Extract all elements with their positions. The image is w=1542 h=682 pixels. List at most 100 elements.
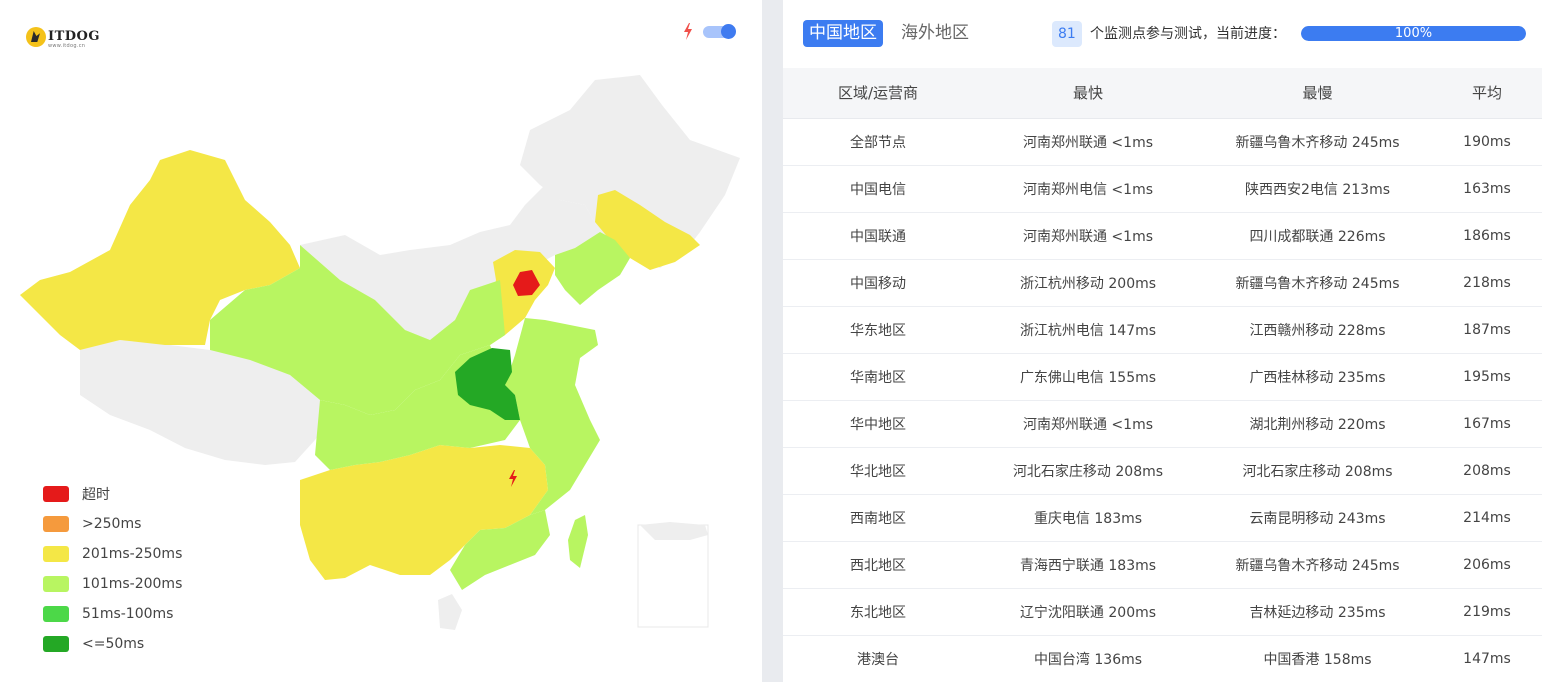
region-cell: 中国联通 [783, 212, 973, 260]
average-cell: 214ms [1432, 494, 1542, 542]
average-cell: 218ms [1432, 259, 1542, 307]
legend-item[interactable]: <=50ms [43, 629, 182, 659]
map-region-south-sea[interactable] [438, 594, 462, 630]
region-cell: 华南地区 [783, 353, 973, 401]
average-cell: 219ms [1432, 588, 1542, 636]
table-row[interactable]: 华南地区 广东佛山电信 155ms 广西桂林移动 235ms 195ms [783, 353, 1542, 401]
table-row[interactable]: 中国移动 浙江杭州移动 200ms 新疆乌鲁木齐移动 245ms 218ms [783, 259, 1542, 307]
fastest-cell: 辽宁沈阳联通 200ms [973, 588, 1203, 636]
table-body: 全部节点 河南郑州联通 <1ms 新疆乌鲁木齐移动 245ms 190ms 中国电信 河南… [783, 118, 1542, 682]
progress-label: 100% [1394, 26, 1433, 41]
bolt-icon[interactable] [683, 23, 693, 40]
legend-item[interactable]: 201ms-250ms [43, 539, 182, 569]
results-table: 区域/运营商 最快 最慢 平均 全部节点 河南郑州联通 <1ms 新疆乌鲁木齐移动 … [783, 68, 1542, 682]
table-row[interactable]: 全部节点 河南郑州联通 <1ms 新疆乌鲁木齐移动 245ms 190ms [783, 118, 1542, 166]
header-region[interactable]: 区域/运营商 [783, 68, 973, 119]
legend-item[interactable]: 101ms-200ms [43, 569, 182, 599]
fastest-cell: 中国台湾 136ms [973, 635, 1203, 682]
header-average[interactable]: 平均 [1432, 68, 1542, 119]
node-count-badge: 81 [1052, 21, 1082, 47]
table-row[interactable]: 港澳台 中国台湾 136ms 中国香港 158ms 147ms [783, 635, 1542, 682]
table-row[interactable]: 中国电信 河南郑州电信 <1ms 陕西西安2电信 213ms 163ms [783, 165, 1542, 213]
legend-label: 51ms-100ms [82, 606, 174, 622]
slowest-cell: 陕西西安2电信 213ms [1203, 165, 1432, 213]
average-cell: 187ms [1432, 306, 1542, 354]
tab-bar: 中国地区 海外地区 81 个监测点参与测试，当前进度： 100% [783, 0, 1542, 68]
table-row[interactable]: 西北地区 青海西宁联通 183ms 新疆乌鲁木齐移动 245ms 206ms [783, 541, 1542, 589]
legend-item[interactable]: >250ms [43, 509, 182, 539]
region-cell: 西北地区 [783, 541, 973, 589]
fastest-cell: 河南郑州联通 <1ms [973, 118, 1203, 166]
map-panel: ITDOG www.itdog.cn 超时 >250ms 201ms-250ms… [0, 0, 762, 682]
average-cell: 147ms [1432, 635, 1542, 682]
average-cell: 208ms [1432, 447, 1542, 495]
slowest-cell: 湖北荆州移动 220ms [1203, 400, 1432, 448]
south-sea-inset [637, 524, 709, 628]
fastest-cell: 河南郑州电信 <1ms [973, 165, 1203, 213]
region-cell: 全部节点 [783, 118, 973, 166]
header-fastest[interactable]: 最快 [973, 68, 1203, 119]
fastest-cell: 河南郑州联通 <1ms [973, 212, 1203, 260]
legend: 超时 >250ms 201ms-250ms 101ms-200ms 51ms-100ms… [43, 479, 182, 659]
legend-label: >250ms [82, 516, 142, 532]
legend-swatch [43, 636, 69, 652]
region-cell: 中国移动 [783, 259, 973, 307]
fastest-cell: 青海西宁联通 183ms [973, 541, 1203, 589]
table-row[interactable]: 华东地区 浙江杭州电信 147ms 江西赣州移动 228ms 187ms [783, 306, 1542, 354]
region-cell: 中国电信 [783, 165, 973, 213]
average-cell: 195ms [1432, 353, 1542, 401]
legend-label: <=50ms [82, 636, 145, 652]
tab-overseas[interactable]: 海外地区 [901, 20, 969, 47]
region-cell: 华北地区 [783, 447, 973, 495]
table-row[interactable]: 华中地区 河南郑州联通 <1ms 湖北荆州移动 220ms 167ms [783, 400, 1542, 448]
slowest-cell: 中国香港 158ms [1203, 635, 1432, 682]
average-cell: 186ms [1432, 212, 1542, 260]
region-cell: 华中地区 [783, 400, 973, 448]
slowest-cell: 广西桂林移动 235ms [1203, 353, 1432, 401]
legend-item[interactable]: 超时 [43, 479, 182, 509]
fastest-cell: 广东佛山电信 155ms [973, 353, 1203, 401]
progress-text: 个监测点参与测试，当前进度： [1090, 26, 1286, 42]
legend-swatch [43, 576, 69, 592]
region-cell: 华东地区 [783, 306, 973, 354]
toggle-switch[interactable] [703, 24, 736, 39]
slowest-cell: 新疆乌鲁木齐移动 245ms [1203, 118, 1432, 166]
brand-name: ITDOG [48, 29, 100, 44]
fastest-cell: 浙江杭州移动 200ms [973, 259, 1203, 307]
legend-swatch [43, 546, 69, 562]
toggle-knob [721, 24, 736, 39]
table-row[interactable]: 中国联通 河南郑州联通 <1ms 四川成都联通 226ms 186ms [783, 212, 1542, 260]
region-cell: 东北地区 [783, 588, 973, 636]
legend-item[interactable]: 51ms-100ms [43, 599, 182, 629]
header-slowest[interactable]: 最慢 [1203, 68, 1432, 119]
fastest-cell: 河南郑州联通 <1ms [973, 400, 1203, 448]
table-header-row: 区域/运营商 最快 最慢 平均 [783, 68, 1542, 119]
map-region-taiwan[interactable] [568, 515, 588, 568]
average-cell: 167ms [1432, 400, 1542, 448]
table-row[interactable]: 东北地区 辽宁沈阳联通 200ms 吉林延边移动 235ms 219ms [783, 588, 1542, 636]
legend-swatch [43, 606, 69, 622]
tab-china[interactable]: 中国地区 [803, 20, 883, 47]
fastest-cell: 河北石家庄移动 208ms [973, 447, 1203, 495]
legend-label: 101ms-200ms [82, 576, 183, 592]
slowest-cell: 江西赣州移动 228ms [1203, 306, 1432, 354]
slowest-cell: 新疆乌鲁木齐移动 245ms [1203, 259, 1432, 307]
dog-logo-icon [26, 27, 46, 47]
result-panel: 中国地区 海外地区 81 个监测点参与测试，当前进度： 100% 区域/运营商 … [783, 0, 1542, 682]
itdog-logo: ITDOG www.itdog.cn [26, 27, 100, 49]
fastest-cell: 重庆电信 183ms [973, 494, 1203, 542]
average-cell: 163ms [1432, 165, 1542, 213]
legend-swatch [43, 486, 69, 502]
slowest-cell: 云南昆明移动 243ms [1203, 494, 1432, 542]
average-cell: 206ms [1432, 541, 1542, 589]
slowest-cell: 河北石家庄移动 208ms [1203, 447, 1432, 495]
legend-swatch [43, 516, 69, 532]
progress-bar: 100% [1301, 26, 1526, 41]
table-row[interactable]: 华北地区 河北石家庄移动 208ms 河北石家庄移动 208ms 208ms [783, 447, 1542, 495]
slowest-cell: 吉林延边移动 235ms [1203, 588, 1432, 636]
brand-url: www.itdog.cn [48, 43, 86, 49]
table-row[interactable]: 西南地区 重庆电信 183ms 云南昆明移动 243ms 214ms [783, 494, 1542, 542]
region-cell: 西南地区 [783, 494, 973, 542]
region-cell: 港澳台 [783, 635, 973, 682]
fastest-cell: 浙江杭州电信 147ms [973, 306, 1203, 354]
